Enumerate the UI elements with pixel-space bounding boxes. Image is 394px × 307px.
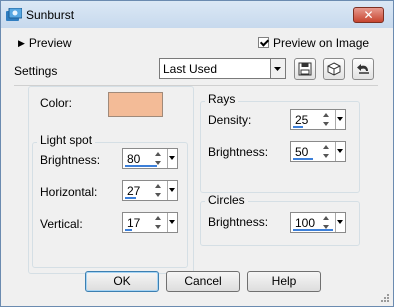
circles-title: Circles (205, 193, 248, 207)
dropdown-arrow-icon[interactable] (335, 110, 345, 129)
dropdown-arrow-icon[interactable] (335, 213, 345, 232)
preset-dropdown[interactable]: Last Used (159, 58, 286, 79)
level-bar (125, 197, 136, 199)
spinner-arrows-icon[interactable] (154, 150, 163, 167)
horizontal-label: Horizontal: (40, 185, 98, 199)
horizontal-spinner[interactable]: 27 (122, 180, 178, 201)
sunburst-dialog: Sunburst ✕ ▶ Preview Preview on Image Set… (0, 0, 394, 307)
density-value: 25 (295, 113, 309, 127)
spinner-arrows-icon[interactable] (154, 182, 163, 199)
undo-icon (357, 64, 369, 74)
cancel-button[interactable]: Cancel (166, 271, 240, 292)
spinner-arrows-icon[interactable] (154, 214, 163, 231)
vertical-spinner[interactable]: 17 (122, 212, 178, 233)
light-spot-brightness-label: Brightness: (40, 153, 101, 167)
dropdown-arrow-icon[interactable] (167, 181, 177, 200)
rays-brightness-value: 50 (295, 145, 309, 159)
app-icon (6, 8, 22, 21)
ok-button[interactable]: OK (85, 271, 159, 292)
save-preset-icon (298, 62, 312, 76)
checkbox-check-icon[interactable] (258, 37, 269, 48)
color-label: Color: (40, 96, 73, 110)
preview-label: Preview (28, 36, 72, 50)
settings-label: Settings (14, 64, 58, 78)
dropdown-arrow-icon[interactable] (167, 149, 177, 168)
level-bar (125, 229, 132, 231)
close-icon: ✕ (363, 8, 374, 22)
window-title: Sunburst (26, 8, 75, 22)
density-label: Density: (208, 113, 252, 127)
level-bar (293, 126, 303, 128)
circles-brightness-spinner[interactable]: 100 (290, 212, 346, 233)
preset-value: Last Used (163, 62, 218, 76)
circles-brightness-label: Brightness: (208, 215, 269, 229)
circles-brightness-value: 100 (295, 216, 316, 230)
spinner-arrows-icon[interactable] (322, 143, 331, 160)
preview-on-image-label: Preview on Image (273, 36, 370, 50)
level-bar (293, 158, 313, 160)
save-preset-button[interactable] (294, 58, 316, 80)
color-swatch[interactable] (108, 92, 163, 117)
rays-brightness-label: Brightness: (208, 145, 269, 159)
rays-brightness-spinner[interactable]: 50 (290, 141, 346, 162)
dropdown-arrow-icon[interactable] (167, 213, 177, 232)
spinner-arrows-icon[interactable] (322, 214, 331, 231)
preview-on-image-checkbox[interactable]: Preview on Image (258, 36, 369, 50)
level-bar (125, 165, 157, 167)
light-spot-brightness-spinner[interactable]: 80 (122, 148, 178, 169)
density-spinner[interactable]: 25 (290, 109, 346, 130)
title-bar[interactable]: Sunburst ✕ (1, 1, 393, 28)
preview-toggle[interactable]: ▶ Preview (18, 36, 72, 50)
rays-title: Rays (205, 92, 239, 106)
undo-button[interactable] (352, 58, 374, 80)
light-spot-brightness-value: 80 (127, 152, 141, 166)
dropdown-arrow-icon[interactable] (335, 142, 345, 161)
expand-triangle-icon: ▶ (18, 38, 25, 48)
close-button[interactable]: ✕ (353, 7, 384, 23)
vertical-label: Vertical: (40, 217, 83, 231)
vertical-value: 17 (127, 216, 141, 230)
spinner-arrows-icon[interactable] (322, 111, 331, 128)
reset-icon (327, 62, 341, 76)
reset-button[interactable] (323, 58, 345, 80)
horizontal-value: 27 (127, 184, 141, 198)
resize-grip-icon[interactable] (380, 293, 390, 303)
dialog-body: ▶ Preview Preview on Image Settings Last … (2, 28, 392, 304)
light-spot-title: Light spot (37, 133, 96, 147)
chevron-down-icon[interactable] (270, 59, 285, 78)
help-button[interactable]: Help (247, 271, 321, 292)
